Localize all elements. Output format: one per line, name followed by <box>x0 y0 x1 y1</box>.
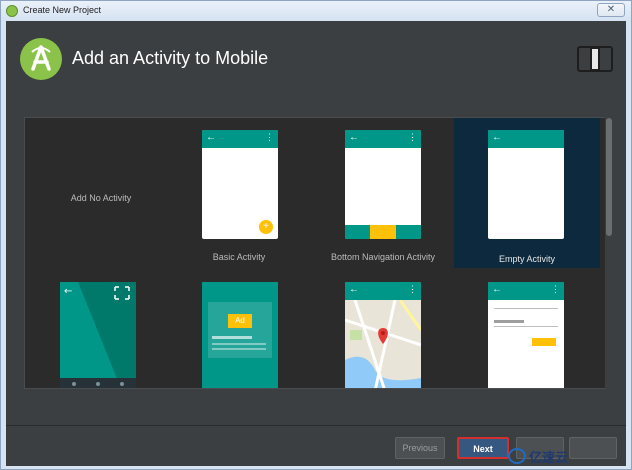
tile-bottom-navigation-activity[interactable]: ← ⋮ Bottom Navigation Activity <box>310 126 456 268</box>
bottom-nav-selected-item <box>370 225 396 239</box>
gallery-scrollbar-thumb[interactable] <box>606 118 612 236</box>
sign-in-button-preview <box>532 338 556 346</box>
activity-gallery: Add No Activity ← ⋮ + Basic Activity ← ⋮ <box>24 117 613 389</box>
map-graphic <box>345 300 421 388</box>
ad-text-line <box>212 348 266 350</box>
next-button[interactable]: Next <box>457 437 509 459</box>
tile-label: Basic Activity <box>212 252 266 262</box>
tile-empty-activity[interactable]: ← Empty Activity <box>454 118 600 268</box>
overflow-menu-icon: ⋮ <box>551 284 560 294</box>
preview-app-bar: ← <box>488 130 564 148</box>
tile-label: Add No Activity <box>70 193 132 203</box>
phone-icon <box>590 47 600 71</box>
ad-banner-area: Ad <box>208 302 272 358</box>
fullscreen-activity-preview: ← <box>60 282 136 388</box>
back-arrow-icon: ← <box>349 132 359 143</box>
finish-button[interactable] <box>569 437 617 459</box>
tile-maps-activity[interactable]: ← ⋮ <box>310 282 456 388</box>
page-title: Add an Activity to Mobile <box>72 48 269 68</box>
empty-activity-preview: ← <box>488 130 564 239</box>
preview-app-bar: ← ⋮ <box>345 282 421 300</box>
watermark-text: 亿速云 <box>529 450 569 465</box>
window-title: Create New Project <box>23 5 102 15</box>
watermark-logo-icon <box>508 448 526 464</box>
create-project-window: Create New Project ✕ Add an Activity to … <box>0 0 632 470</box>
basic-activity-preview: ← ⋮ + <box>202 130 278 239</box>
back-arrow-icon: ← <box>206 132 216 143</box>
email-field-line <box>494 308 558 309</box>
tile-label: Empty Activity <box>454 254 600 268</box>
fullscreen-preview-graphic: ← <box>60 282 136 388</box>
ad-badge: Ad <box>228 314 252 328</box>
back-arrow-icon: ← <box>492 132 502 143</box>
svg-text:←: ← <box>64 286 72 297</box>
password-dots <box>494 320 524 323</box>
overflow-menu-icon: ⋮ <box>408 132 417 142</box>
overflow-menu-icon: ⋮ <box>265 132 274 142</box>
tile-admob-activity[interactable]: Ad <box>166 282 312 388</box>
phone-tablet-icon <box>577 46 613 72</box>
maps-activity-preview: ← ⋮ <box>345 282 421 388</box>
dialog-content: Add an Activity to Mobile Add No Activit… <box>6 21 626 466</box>
tile-label: Bottom Navigation Activity <box>330 252 436 262</box>
tile-add-no-activity[interactable]: Add No Activity <box>28 128 174 268</box>
dialog-header: Add an Activity to Mobile <box>6 21 626 101</box>
preview-app-bar: ← ⋮ <box>345 130 421 148</box>
fab-plus-icon: + <box>259 220 273 234</box>
preview-app-bar: ← ⋮ <box>202 130 278 148</box>
tile-basic-activity[interactable]: ← ⋮ + Basic Activity <box>166 126 312 268</box>
window-close-button[interactable]: ✕ <box>597 3 625 17</box>
preview-app-bar: ← ⋮ <box>488 282 564 300</box>
tile-fullscreen-activity[interactable]: ← <box>25 282 171 388</box>
preview-bottom-nav <box>345 225 421 239</box>
back-arrow-icon: ← <box>349 284 359 295</box>
ad-text-line <box>212 343 266 345</box>
window-titlebar: Create New Project ✕ <box>1 1 631 21</box>
ad-text-line <box>212 336 252 339</box>
password-field-line <box>494 326 558 327</box>
overflow-menu-icon: ⋮ <box>408 284 417 294</box>
admob-activity-preview: Ad <box>202 282 278 388</box>
android-studio-app-icon <box>6 5 18 17</box>
bottom-navigation-preview: ← ⋮ <box>345 130 421 239</box>
previous-button[interactable]: Previous <box>395 437 445 459</box>
tile-login-activity[interactable]: ← ⋮ <box>454 282 600 388</box>
back-arrow-icon: ← <box>492 284 502 295</box>
login-activity-preview: ← ⋮ <box>488 282 564 388</box>
android-studio-logo-icon <box>20 38 62 80</box>
